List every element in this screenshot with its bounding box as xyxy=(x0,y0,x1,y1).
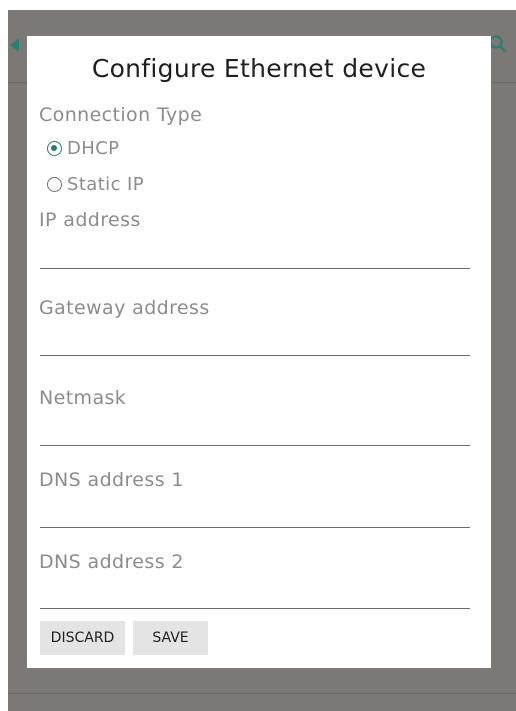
radio-option-dhcp[interactable]: DHCP xyxy=(47,137,119,159)
ip-address-input[interactable] xyxy=(40,242,470,269)
bottom-divider xyxy=(8,693,516,694)
dns-address-2-label: DNS address 2 xyxy=(39,551,184,573)
dns-address-2-input[interactable] xyxy=(40,582,470,609)
netmask-label: Netmask xyxy=(39,387,127,409)
netmask-input[interactable] xyxy=(40,419,470,446)
radio-option-static-ip[interactable]: Static IP xyxy=(47,173,144,195)
dns-address-1-label: DNS address 1 xyxy=(39,469,184,491)
dialog-title: Configure Ethernet device xyxy=(91,54,427,83)
connection-type-label: Connection Type xyxy=(39,104,203,126)
save-button[interactable]: SAVE xyxy=(133,621,208,655)
discard-button[interactable]: DISCARD xyxy=(40,621,125,655)
radio-label-static-ip: Static IP xyxy=(67,173,144,195)
radio-label-dhcp: DHCP xyxy=(67,137,120,159)
search-icon[interactable] xyxy=(488,34,508,54)
dns-address-1-input[interactable] xyxy=(40,501,470,528)
radio-unchecked-icon[interactable] xyxy=(47,176,62,192)
configure-ethernet-dialog: Configure Ethernet device Connection Typ… xyxy=(27,36,491,668)
gateway-address-input[interactable] xyxy=(40,329,470,356)
ip-address-label: IP address xyxy=(39,209,141,231)
back-arrow-icon[interactable] xyxy=(10,38,19,52)
gateway-address-label: Gateway address xyxy=(39,297,210,319)
radio-checked-icon[interactable] xyxy=(47,140,62,156)
